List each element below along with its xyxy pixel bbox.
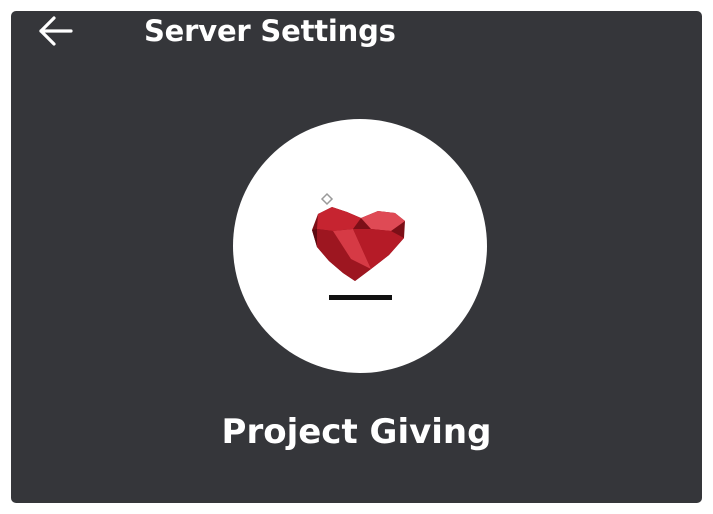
heart-logo-icon [312, 192, 405, 300]
back-button[interactable] [36, 15, 76, 47]
page-title: Server Settings [144, 14, 396, 48]
server-icon[interactable] [233, 119, 487, 373]
arrow-left-icon [39, 16, 73, 46]
server-name: Project Giving [221, 412, 492, 452]
server-settings-panel: Server Settings Project Giving [11, 11, 702, 503]
header-bar: Server Settings [11, 11, 702, 55]
